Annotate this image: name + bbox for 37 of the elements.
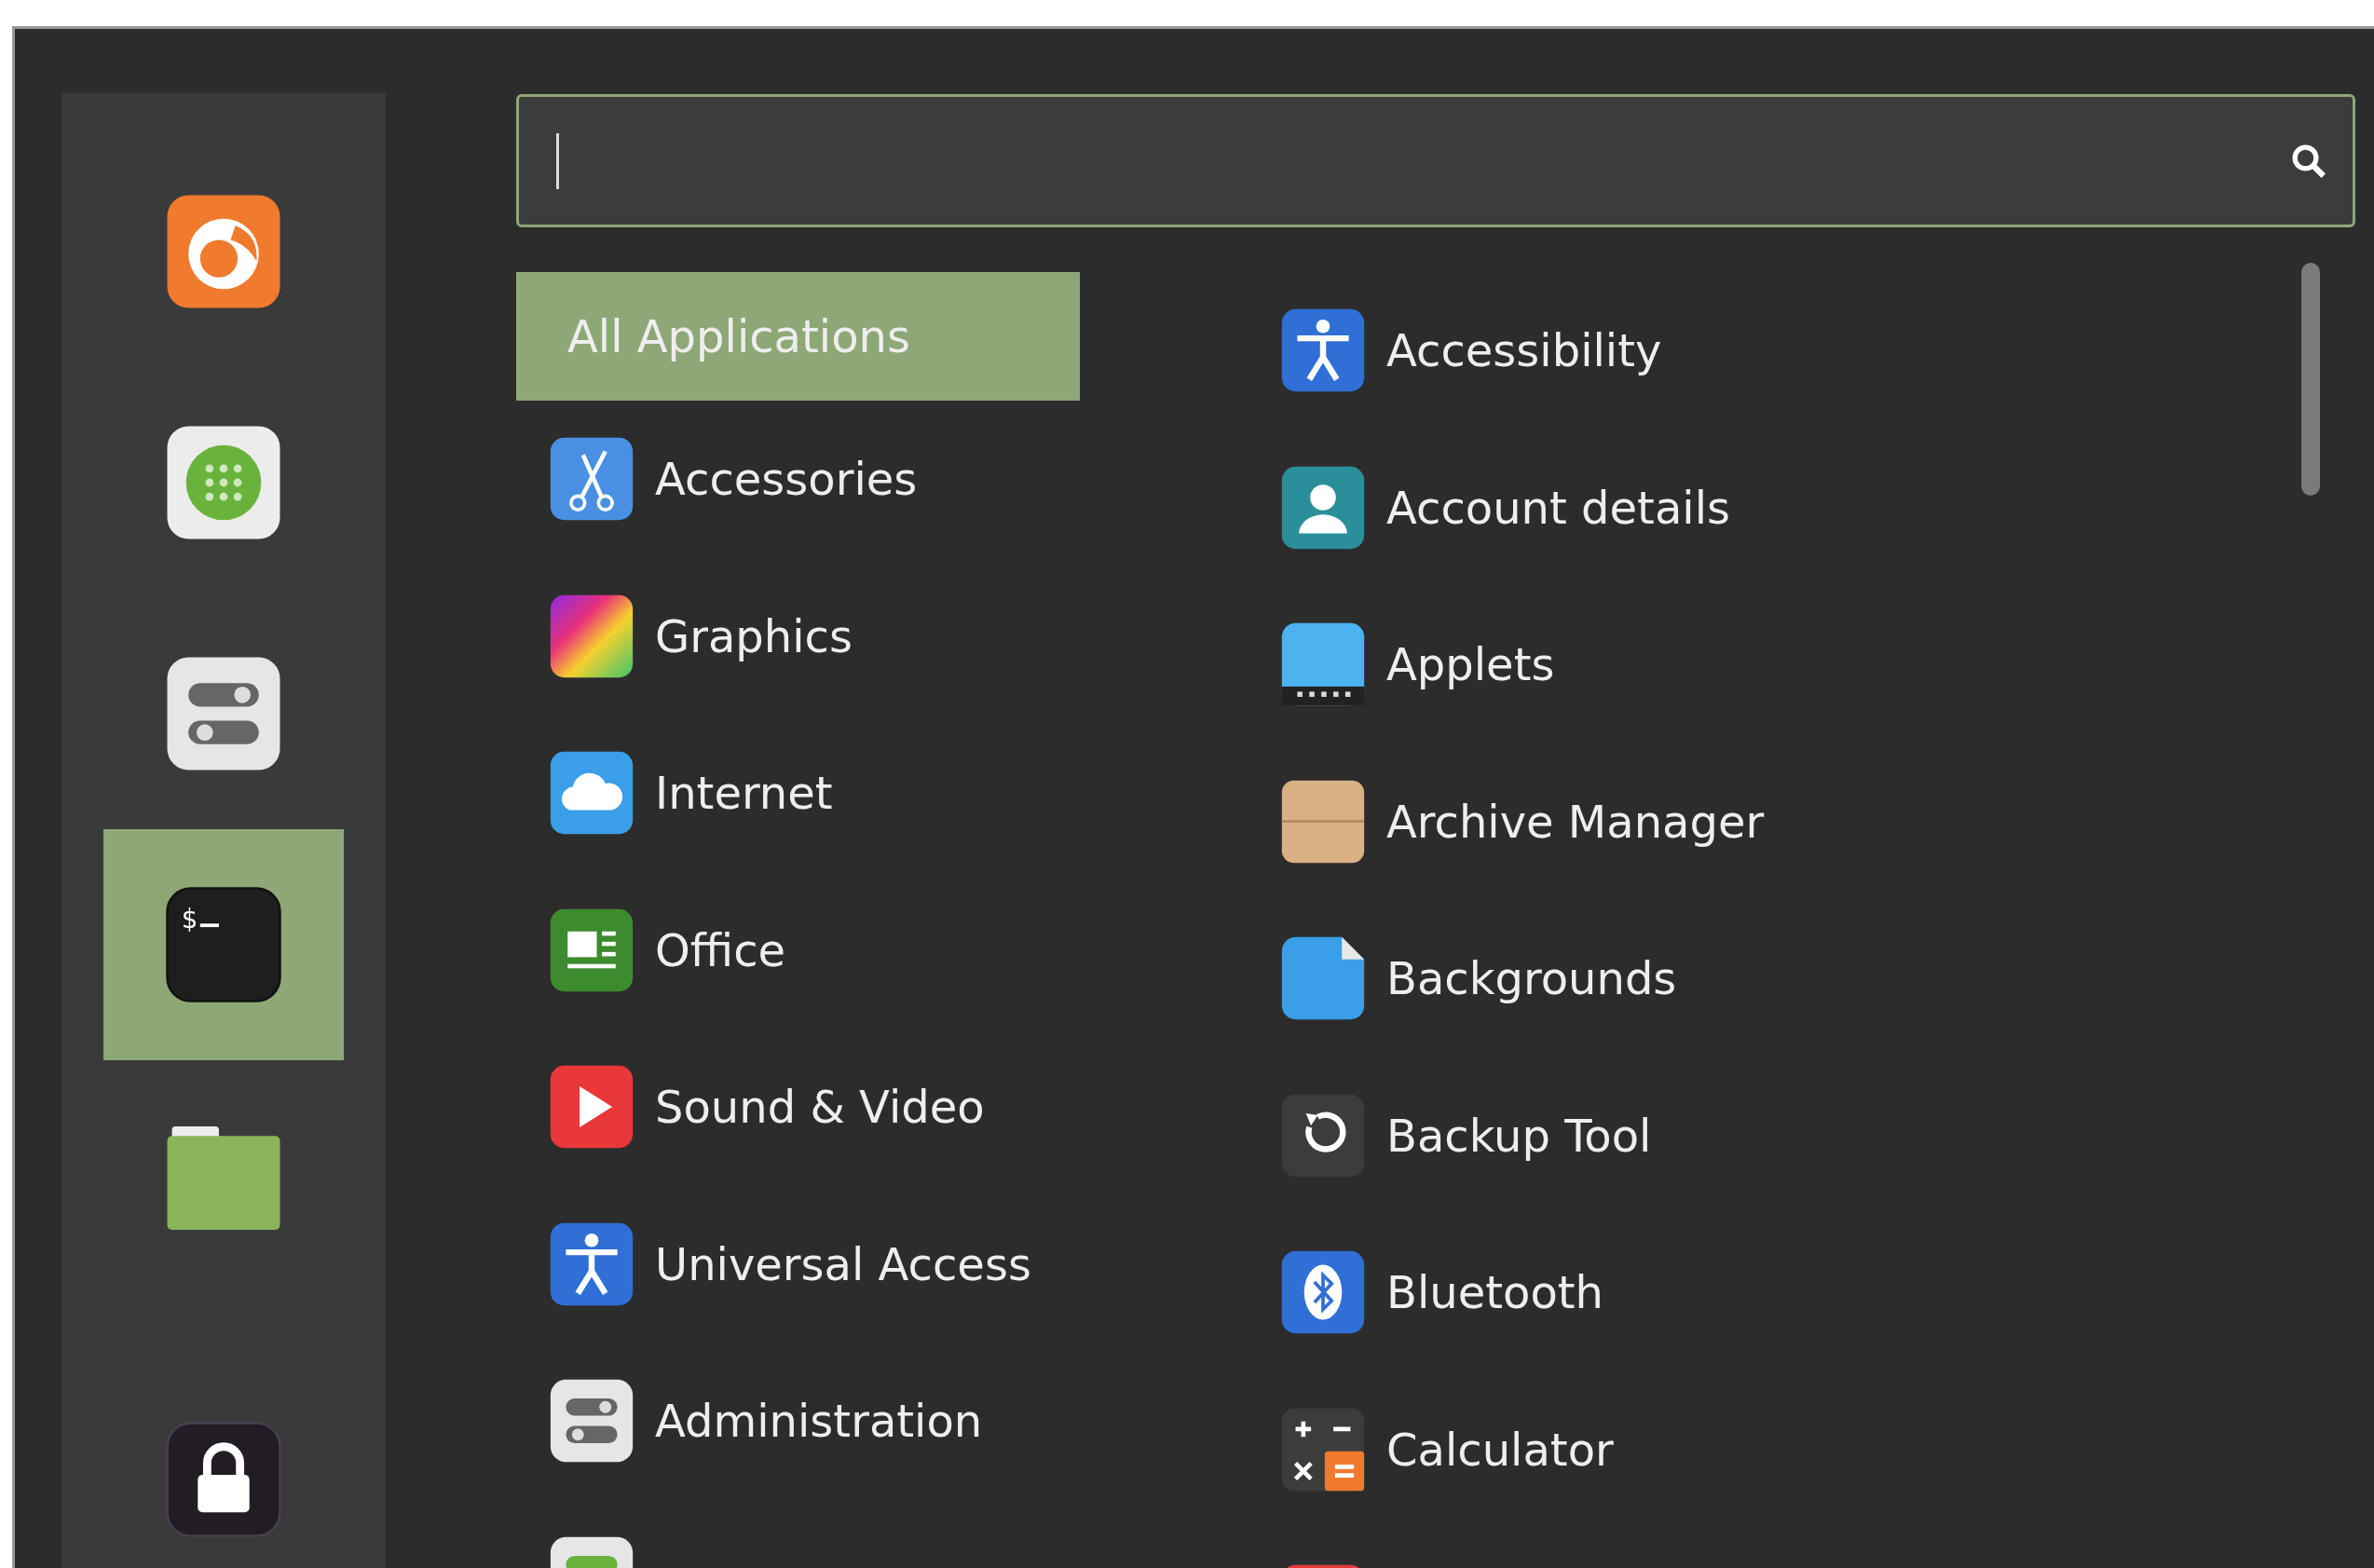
search-field[interactable]: [516, 94, 2355, 227]
cloud-icon: [549, 750, 634, 837]
bluetooth-icon: [1280, 1249, 1366, 1336]
application-item[interactable]: Applets: [1271, 586, 1765, 743]
application-item[interactable]: Accessibility: [1271, 272, 1765, 429]
category-item[interactable]: Sound & Video: [516, 1029, 1080, 1186]
application-item[interactable]: Backup Tool: [1271, 1057, 1765, 1214]
category-item[interactable]: Universal Access: [516, 1185, 1080, 1343]
category-item[interactable]: Internet: [516, 715, 1080, 872]
box-icon: [1280, 778, 1366, 865]
application-item[interactable]: Calculator: [1271, 1370, 1765, 1528]
scissors-icon: [549, 436, 634, 523]
document-icon: [549, 907, 634, 993]
category-item[interactable]: Office: [516, 871, 1080, 1029]
favorite-launcher[interactable]: $: [103, 829, 344, 1060]
person-icon: [1280, 307, 1366, 394]
category-item[interactable]: Graphics: [516, 557, 1080, 715]
category-item[interactable]: Accessories: [516, 401, 1080, 558]
play-icon: [549, 1064, 634, 1151]
text-cursor: [556, 132, 559, 189]
page-icon: [1280, 935, 1366, 1022]
category-item[interactable]: Administration: [516, 1343, 1080, 1500]
app-grid-icon: [165, 424, 282, 541]
user-icon: [1280, 464, 1366, 551]
color-gradient-icon: [549, 593, 634, 679]
lock-icon: [165, 1421, 282, 1538]
application-item[interactable]: Bluetooth: [1271, 1214, 1765, 1371]
toggles-icon: [549, 1378, 634, 1465]
calculator-icon: [1280, 1406, 1366, 1493]
application-item[interactable]: Archive Manager: [1271, 743, 1765, 900]
person-icon: [549, 1220, 634, 1307]
terminal-icon: $: [165, 886, 282, 1003]
scrollbar-thumb[interactable]: [2301, 263, 2320, 496]
application-item[interactable]: Backgrounds: [1271, 900, 1765, 1057]
panel-icon: [1280, 621, 1366, 708]
application-item[interactable]: Account details: [1271, 429, 1765, 586]
toggles-icon: [165, 655, 282, 772]
